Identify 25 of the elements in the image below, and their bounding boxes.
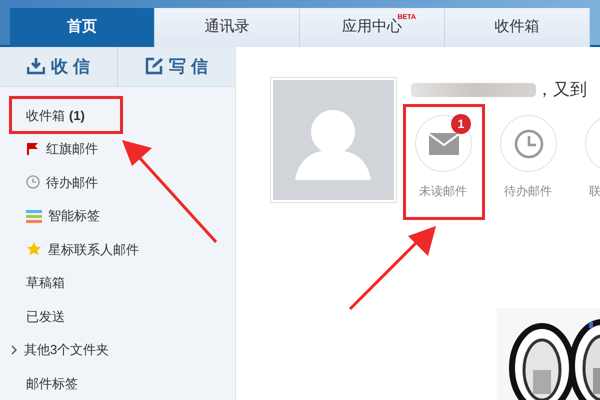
edit-icon <box>145 57 164 76</box>
greeting-text: ，又到 <box>536 79 587 102</box>
folder-item[interactable]: 邮件标签 <box>10 366 235 400</box>
tags-icon <box>26 208 42 223</box>
compose-button[interactable]: 写 信 <box>118 47 235 86</box>
flag-icon <box>26 142 40 156</box>
chevron-right-icon <box>10 344 18 355</box>
nav-tab[interactable]: 首页 <box>10 8 155 47</box>
clock-icon <box>514 128 544 158</box>
receive-button[interactable]: 收 信 <box>0 47 118 86</box>
folder-item[interactable]: 草稿箱 <box>10 266 235 300</box>
star-icon <box>26 241 42 258</box>
folder-item[interactable]: 其他3个文件夹 <box>10 333 235 366</box>
clock-icon <box>26 175 40 190</box>
nav-tab[interactable]: 通讯录 <box>155 8 300 47</box>
folder-item[interactable]: 已发送 <box>10 300 235 333</box>
folder-item[interactable]: 待办邮件 <box>10 166 235 199</box>
folder-item[interactable]: 智能标签 <box>10 199 235 232</box>
nav-tab[interactable]: 收件箱 <box>445 8 590 47</box>
folder-item[interactable]: 收件箱 (1) <box>10 98 235 132</box>
folder-item[interactable]: 红旗邮件 <box>10 132 235 166</box>
count-badge: 1 <box>451 114 471 134</box>
folder-item[interactable]: 星标联系人邮件 <box>10 232 235 266</box>
envelope-icon <box>428 132 458 154</box>
download-icon <box>27 57 46 76</box>
